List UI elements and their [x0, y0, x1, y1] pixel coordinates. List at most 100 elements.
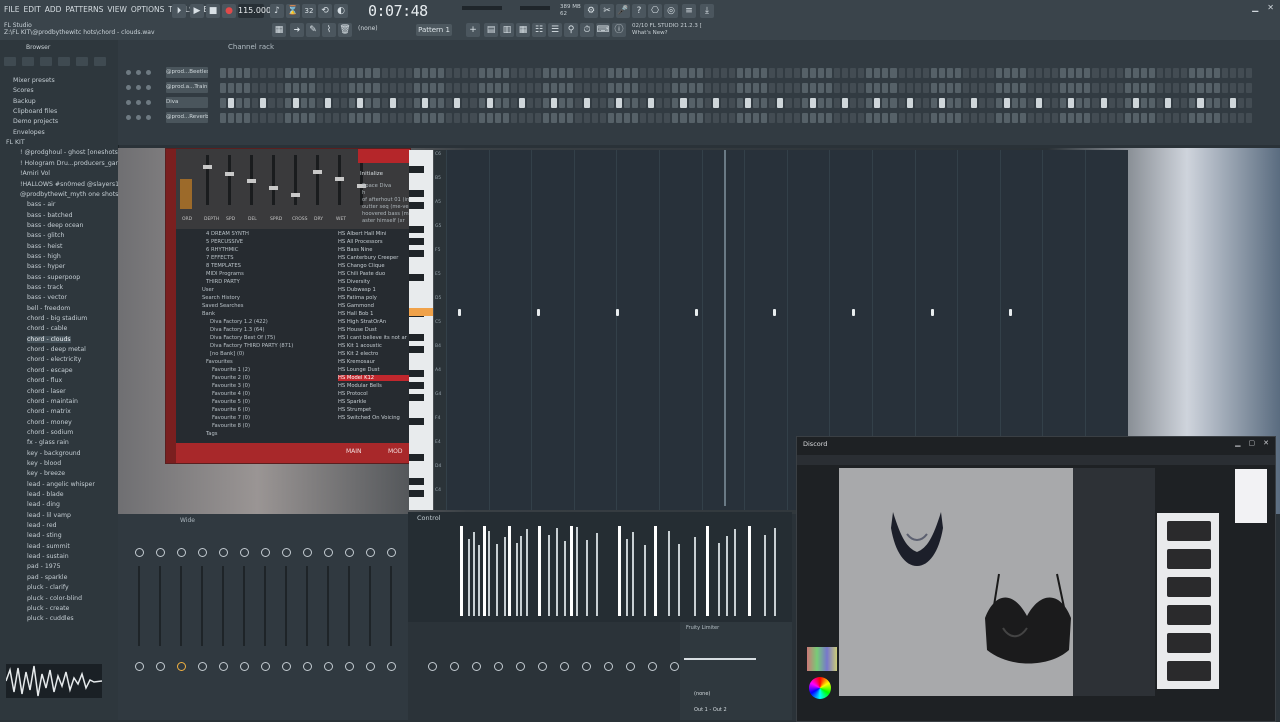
step-button[interactable] — [236, 68, 243, 78]
step-button[interactable] — [1213, 68, 1220, 78]
step-button[interactable] — [349, 113, 356, 123]
step-button[interactable] — [1076, 83, 1083, 93]
channel-solo-knob[interactable] — [136, 85, 141, 90]
browser-item[interactable]: pluck - create — [27, 605, 69, 612]
step-button[interactable] — [1035, 113, 1042, 123]
step-button[interactable] — [228, 68, 235, 78]
step-button[interactable] — [478, 83, 485, 93]
step-button[interactable] — [1148, 68, 1156, 78]
step-button[interactable] — [389, 113, 396, 123]
step-button[interactable] — [1140, 98, 1147, 108]
step-button[interactable] — [745, 68, 752, 78]
step-button[interactable] — [1052, 68, 1059, 78]
step-button[interactable] — [486, 98, 493, 108]
preset-tree-item[interactable]: 4 DREAM SYNTH — [206, 231, 249, 237]
insert-knob[interactable] — [604, 662, 613, 671]
step-button[interactable] — [1245, 68, 1252, 78]
preset-list-item[interactable]: HS Bass Nine — [338, 247, 372, 253]
step-button[interactable] — [316, 113, 324, 123]
step-button[interactable] — [559, 68, 566, 78]
step-button[interactable] — [276, 113, 283, 123]
step-button[interactable] — [777, 83, 784, 93]
preset-tree-item[interactable]: Tags — [206, 431, 217, 437]
step-button[interactable] — [421, 98, 429, 108]
step-button[interactable] — [462, 68, 469, 78]
browser-item[interactable]: bass - air — [27, 201, 55, 208]
step-button[interactable] — [1197, 83, 1204, 93]
step-button[interactable] — [656, 113, 663, 123]
blend-icon[interactable]: ◐ — [334, 4, 348, 18]
velocity-bar[interactable] — [764, 535, 766, 616]
step-button[interactable] — [777, 68, 784, 78]
cut-icon[interactable]: ✂ — [600, 4, 614, 18]
step-button[interactable] — [567, 113, 574, 123]
step-button[interactable] — [599, 68, 606, 78]
browser-item[interactable]: Mixer presets — [13, 77, 55, 84]
step-button[interactable] — [1068, 98, 1075, 108]
tempo-icon[interactable]: ⏱ — [580, 23, 594, 37]
preset-tree-item[interactable]: Favourite 1 (2) — [212, 367, 250, 373]
discord-maximize-icon[interactable]: ▢ — [1249, 439, 1256, 447]
step-button[interactable] — [712, 113, 719, 123]
step-button[interactable] — [833, 98, 841, 108]
effect-fader[interactable] — [225, 155, 234, 205]
step-button[interactable] — [526, 83, 534, 93]
mixer-track[interactable] — [216, 536, 234, 706]
step-button[interactable] — [260, 113, 267, 123]
step-button[interactable] — [526, 68, 534, 78]
step-button[interactable] — [1027, 68, 1034, 78]
step-button[interactable] — [575, 113, 582, 123]
step-button[interactable] — [1092, 68, 1099, 78]
step-button[interactable] — [914, 113, 921, 123]
playlist-icon[interactable]: ▤ — [484, 23, 498, 37]
step-button[interactable] — [535, 68, 542, 78]
step-button[interactable] — [987, 98, 994, 108]
step-button[interactable] — [1205, 113, 1212, 123]
velocity-bar[interactable] — [576, 527, 578, 616]
browser-item[interactable]: key - breeze — [27, 470, 65, 477]
browser-item[interactable]: pad - 1975 — [27, 563, 61, 570]
step-button[interactable] — [640, 98, 647, 108]
insert-knob[interactable] — [472, 662, 481, 671]
step-button[interactable] — [1173, 83, 1180, 93]
channel-pan-knob[interactable] — [146, 100, 151, 105]
fx-mix-slider[interactable] — [684, 658, 756, 660]
step-button[interactable] — [995, 83, 1002, 93]
pan-knob[interactable] — [240, 548, 249, 557]
minimize-icon[interactable]: ▁ — [1252, 3, 1258, 12]
step-button[interactable] — [551, 113, 558, 123]
step-button[interactable] — [971, 98, 978, 108]
send-knob[interactable] — [345, 662, 354, 671]
step-button[interactable] — [1124, 113, 1131, 123]
send-knob[interactable] — [261, 662, 270, 671]
step-button[interactable] — [494, 113, 501, 123]
preset-tree-item[interactable]: 6 RHYTHMIC — [206, 247, 238, 253]
step-button[interactable] — [947, 113, 954, 123]
step-button[interactable] — [413, 83, 420, 93]
mixer-fader[interactable] — [138, 566, 140, 646]
step-button[interactable] — [446, 98, 453, 108]
step-button[interactable] — [712, 98, 719, 108]
step-button[interactable] — [486, 68, 493, 78]
step-button[interactable] — [599, 83, 606, 93]
preset-list-item[interactable]: HS Kit 2 electro — [338, 351, 378, 357]
step-button[interactable] — [656, 98, 663, 108]
news-panel[interactable]: 02/10 FL STUDIO 21.2.3 [ What's New? — [632, 23, 702, 36]
velocity-bar[interactable] — [632, 532, 634, 616]
step-button[interactable] — [1124, 83, 1131, 93]
step-button[interactable] — [341, 113, 348, 123]
step-button[interactable] — [1084, 68, 1091, 78]
wait-icon[interactable]: ⌛ — [286, 4, 300, 18]
channel-pan-knob[interactable] — [146, 115, 151, 120]
step-button[interactable] — [1060, 68, 1067, 78]
step-button[interactable] — [631, 83, 639, 93]
step-button[interactable] — [753, 98, 760, 108]
pan-knob[interactable] — [324, 548, 333, 557]
step-button[interactable] — [1229, 98, 1236, 108]
black-key[interactable] — [409, 166, 424, 173]
step-button[interactable] — [1100, 83, 1107, 93]
step-button[interactable] — [397, 68, 404, 78]
browser-item[interactable]: bass - glitch — [27, 232, 64, 239]
browser-item[interactable]: fx - glass rain — [27, 439, 69, 446]
step-button[interactable] — [357, 68, 364, 78]
